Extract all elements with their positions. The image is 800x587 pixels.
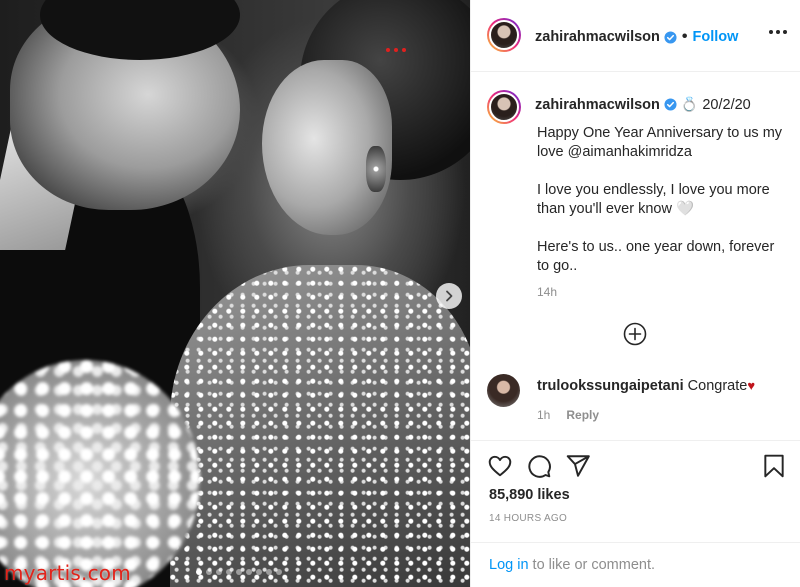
carousel-dot (246, 569, 252, 575)
carousel-dot (216, 569, 222, 575)
chevron-right-icon (446, 290, 453, 302)
reply-button[interactable]: Reply (566, 408, 599, 422)
bookmark-icon[interactable] (761, 453, 787, 479)
login-prompt-text: to like or comment. (528, 557, 656, 573)
carousel-dot (206, 569, 212, 575)
commenter-username[interactable]: trulookssungaipetani (537, 378, 684, 394)
post-timestamp[interactable]: 14 HOURS AGO (489, 513, 567, 524)
photo-bride-dress (170, 265, 470, 587)
ring-emoji: 💍 (680, 96, 699, 112)
comment-icon[interactable] (526, 453, 552, 479)
verified-badge-icon (664, 30, 677, 44)
carousel-next-button[interactable] (436, 283, 462, 309)
carousel-dot (196, 569, 202, 575)
caption-line: Here's to us.. one year down, forever to… (537, 239, 775, 274)
comments-area: zahirahmacwilson 💍 20/2/20 Happy One Yea… (471, 72, 800, 440)
paper-plane-icon[interactable] (565, 453, 591, 479)
author-username[interactable]: zahirahmacwilson (535, 29, 660, 45)
carousel-dot (236, 569, 242, 575)
login-prompt: Log in to like or comment. (471, 542, 800, 587)
login-link[interactable]: Log in (489, 557, 529, 573)
comment-item: trulookssungaipetani Congrate♥ 1h Reply (471, 370, 800, 430)
red-heart-emoji: ♥ (747, 378, 756, 393)
more-options-icon[interactable] (769, 30, 787, 34)
watermark: myartis.com (4, 561, 131, 585)
carousel-dot (266, 569, 272, 575)
commenter-avatar[interactable] (487, 374, 520, 407)
verified-badge-icon (664, 98, 677, 111)
caption-timestamp[interactable]: 14h (537, 285, 557, 299)
photo-earring (366, 146, 386, 192)
caption-line: Happy One Year Anniversary to us my love… (537, 125, 783, 160)
header-separator: • (681, 28, 688, 45)
caption-line: I love you endlessly, I love you more th… (537, 182, 770, 217)
plus-circle-icon[interactable] (623, 322, 647, 346)
caption-author-avatar[interactable] (487, 90, 521, 124)
follow-button[interactable]: Follow (693, 29, 739, 45)
post-header: zahirahmacwilson • Follow (471, 0, 800, 72)
carousel-dot (226, 569, 232, 575)
author-avatar[interactable] (487, 18, 521, 52)
post-side-panel: zahirahmacwilson • Follow zahirahmacwils… (470, 0, 800, 587)
action-bar: 85,890 likes 14 HOURS AGO (471, 440, 800, 542)
comment-timestamp[interactable]: 1h (537, 408, 550, 422)
post-photo[interactable]: myartis.com (0, 0, 470, 587)
carousel-dot (276, 569, 282, 575)
comment-text: Congrate (687, 378, 748, 394)
carousel-dot (256, 569, 262, 575)
caption-text: Happy One Year Anniversary to us my love… (537, 124, 787, 295)
caption-date: 20/2/20 (702, 96, 751, 113)
carousel-indicator (196, 569, 282, 575)
like-count[interactable]: 85,890 likes (489, 487, 570, 503)
heart-icon[interactable] (487, 453, 513, 479)
caption-username[interactable]: zahirahmacwilson (535, 97, 660, 113)
photo-red-dots (386, 48, 406, 52)
